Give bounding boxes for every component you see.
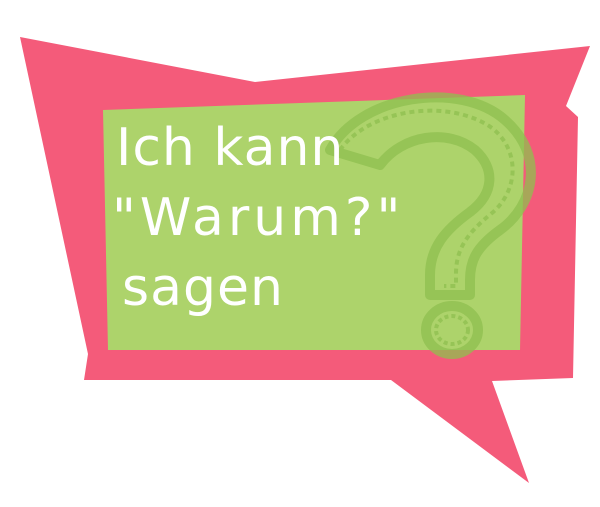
bubble-text-line-1: Ich kann bbox=[116, 118, 345, 178]
bubble-text-line-2: "Warum?" bbox=[112, 188, 405, 248]
bubble-text-line-3: sagen bbox=[122, 258, 284, 318]
bubble-text: Ich kann "Warum?" sagen bbox=[112, 122, 542, 332]
speech-bubble-graphic: Ich kann "Warum?" sagen bbox=[0, 0, 600, 507]
